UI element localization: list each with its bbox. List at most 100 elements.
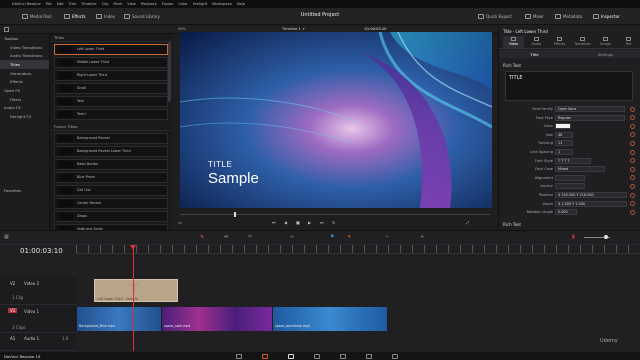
menu-item-3[interactable]: Trim <box>69 2 77 6</box>
inspector-field-value[interactable]: T T T T <box>555 157 591 164</box>
keyframe-icon[interactable] <box>630 123 635 129</box>
menu-item-6[interactable]: Mark <box>113 2 122 6</box>
keyframe-icon[interactable] <box>630 209 635 215</box>
sound-library-button[interactable]: Sound Library <box>124 12 160 21</box>
tree-item[interactable]: Fairlight FX <box>0 112 49 121</box>
timeline-options-icon[interactable]: ▦ <box>4 234 9 240</box>
title-item[interactable]: Middle Lower Third <box>54 56 168 68</box>
inspector-field-value[interactable]: Open Sans <box>555 106 625 112</box>
favorites-label[interactable]: Favorites <box>0 186 21 195</box>
track-header-v2[interactable]: V2 Video 2 1 Clip <box>0 277 76 305</box>
fullscreen-icon[interactable]: ⤢ <box>466 220 469 225</box>
tree-item[interactable]: Titles <box>0 60 49 69</box>
mixer-button[interactable]: Mixer <box>525 12 544 21</box>
media-page-icon[interactable] <box>236 353 242 359</box>
tree-item[interactable]: Toolbox <box>0 34 49 43</box>
inspector-field-value[interactable]: X 1.000 Y 1.000 <box>555 200 627 207</box>
inspector-field-value[interactable]: 1 <box>555 149 573 155</box>
title-item[interactable]: Scroll <box>54 82 168 94</box>
keyframe-icon[interactable] <box>630 106 635 112</box>
fusion-page-icon[interactable] <box>314 353 320 359</box>
tree-item[interactable]: Generators <box>0 69 49 78</box>
rich-text-editor[interactable]: TITLE <box>505 71 633 101</box>
viewer-scrubber-handle[interactable] <box>234 212 236 217</box>
cut-page-icon[interactable] <box>262 353 268 359</box>
link-icon[interactable]: ∞ <box>290 234 294 240</box>
inspector-field-value[interactable]: 11 <box>555 140 573 147</box>
titles-scrollbar[interactable] <box>168 42 171 102</box>
playhead-handle[interactable] <box>130 245 136 250</box>
viewer-scrubber[interactable] <box>180 214 490 215</box>
timeline-ruler[interactable] <box>76 245 640 254</box>
color-page-icon[interactable] <box>340 353 346 359</box>
inspector-tab[interactable]: Audio <box>526 36 547 48</box>
media-pool-button[interactable]: Media Pool <box>22 12 52 21</box>
video-clip-1[interactable]: Background_Blue.mp4 <box>77 307 161 331</box>
fusion-title-item[interactable]: Blue Prism <box>54 171 168 183</box>
flag-icon[interactable]: ⚑ <box>330 234 334 240</box>
menu-item-5[interactable]: Clip <box>102 2 109 6</box>
keyframe-icon[interactable] <box>630 175 635 181</box>
fusion-title-item[interactable]: Center Reveal <box>54 197 168 209</box>
panel-toggle-icon[interactable] <box>4 26 9 32</box>
inspector-tab[interactable]: Transition <box>572 36 593 48</box>
fusion-title-item[interactable]: Background Reveal <box>54 132 168 144</box>
marker-icon[interactable]: ▾ <box>348 234 351 240</box>
title-item[interactable]: Right Lower Third <box>54 69 168 81</box>
blade-tool-icon[interactable]: ✂ <box>248 234 252 240</box>
quick-export-button[interactable]: Quick Export <box>478 12 512 21</box>
zoom-level[interactable]: 49% <box>178 27 186 31</box>
chevron-down-icon[interactable]: ▾ <box>303 27 305 31</box>
video-frame[interactable]: TITLE Sample <box>180 32 492 208</box>
trim-tool-icon[interactable]: ⇹ <box>224 234 228 240</box>
inspector-field-value[interactable]: Mixed <box>555 166 605 173</box>
menu-item-0[interactable]: DaVinci Resolve <box>12 2 41 6</box>
keyframe-icon[interactable] <box>630 115 635 121</box>
inspector-tab[interactable]: Video <box>503 36 524 48</box>
index-button[interactable]: Index <box>96 12 115 21</box>
inspector-field-value[interactable]: 0.000 <box>555 209 577 216</box>
jump-start-icon[interactable]: ⏮ <box>272 220 276 225</box>
inspector-field-value[interactable] <box>555 123 571 130</box>
inspector-subtab[interactable]: Settings <box>570 52 640 57</box>
video-clip-3[interactable]: space_wormhole.mp4 <box>273 307 387 331</box>
zoom-out-icon[interactable]: − <box>385 234 389 240</box>
keyframe-icon[interactable] <box>630 149 635 155</box>
keyframe-icon[interactable] <box>630 140 635 146</box>
track-header-v1[interactable]: V1 Video 1 3 Clips <box>0 305 76 333</box>
tree-item[interactable]: Effects <box>0 77 49 86</box>
tree-item[interactable]: Filters <box>0 95 49 104</box>
deliver-page-icon[interactable] <box>392 353 398 359</box>
inspector-tab[interactable]: File <box>618 36 639 48</box>
effects-button[interactable]: Effects <box>64 12 86 21</box>
inspector-field-value[interactable]: X 192.000 Y 216.000 <box>555 192 627 198</box>
tree-item[interactable]: Open FX <box>0 86 49 95</box>
keyframe-icon[interactable] <box>630 183 635 189</box>
keyframe-icon[interactable] <box>630 166 635 172</box>
fusion-title-item[interactable]: Call Out <box>54 184 168 196</box>
timeline-name[interactable]: Timeline 1 <box>282 27 301 31</box>
inspector-field-value[interactable]: Regular <box>555 114 625 121</box>
selection-tool-icon[interactable]: ⬉ <box>200 234 204 240</box>
menu-item-1[interactable]: File <box>46 2 52 6</box>
menu-item-11[interactable]: Fairlight <box>193 2 207 6</box>
menu-item-12[interactable]: Workspace <box>212 2 232 6</box>
inspector-field-value[interactable] <box>555 183 585 190</box>
viewer-options-icon[interactable]: ▭ <box>178 220 182 225</box>
fairlight-page-icon[interactable] <box>366 353 372 359</box>
title-clip[interactable]: T Left Lower Third - Sample <box>94 279 178 302</box>
video-clip-2[interactable]: space_swirl.mp4 <box>162 307 272 331</box>
menu-item-2[interactable]: Edit <box>57 2 64 6</box>
jump-end-icon[interactable]: ⏭ <box>320 220 324 225</box>
play-icon[interactable]: ▶ <box>308 220 311 225</box>
keyframe-icon[interactable] <box>630 192 635 198</box>
track-header-a1[interactable]: A1 Audio 1 1.0 <box>0 333 76 351</box>
inspector-button[interactable]: Inspector <box>593 12 620 21</box>
fusion-title-item[interactable]: Drops <box>54 210 168 222</box>
menu-item-10[interactable]: Color <box>178 2 187 6</box>
metadata-button[interactable]: Metadata <box>555 12 582 21</box>
title-item[interactable]: Text+ <box>54 108 168 120</box>
menu-item-4[interactable]: Timeline <box>81 2 96 6</box>
tree-item[interactable]: Audio FX <box>0 104 49 113</box>
inspector-field-value[interactable]: 48 <box>555 131 573 138</box>
